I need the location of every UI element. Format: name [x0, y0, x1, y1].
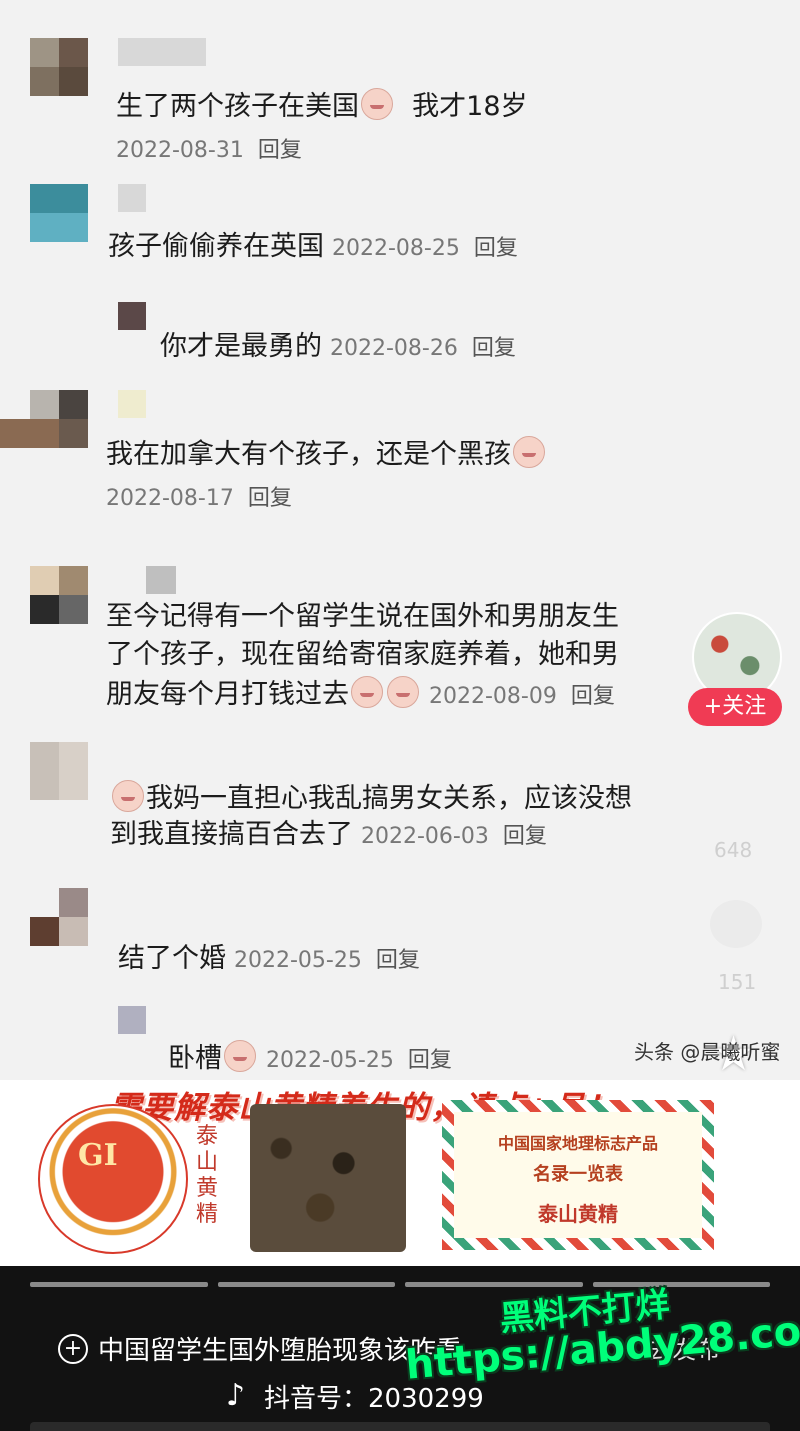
smile-emoji-icon: [513, 436, 545, 468]
tea-product-image: [250, 1104, 406, 1252]
avatar[interactable]: [0, 390, 88, 448]
comment-text-part: 我妈一直担心我乱搞男女关系，应该没想: [146, 783, 632, 814]
comment-text: 朋友每个月打钱过去 2022-08-09 回复: [106, 676, 615, 714]
ad-banner[interactable]: 需要解泰山黄精养生的，请点+号！ GI 泰山黄精 中国国家地理标志产品 名录一览…: [0, 1080, 800, 1266]
comment-text: 至今记得有一个留学生说在国外和男朋友生: [106, 601, 619, 632]
avatar[interactable]: [118, 1006, 146, 1034]
share-count: 151: [718, 970, 757, 994]
comment-text-part: 你才是最勇的: [160, 331, 322, 362]
comment-text-part: 结了个婚: [118, 943, 226, 974]
comment-text: 了个孩子，现在留给寄宿家庭养着，她和男: [106, 639, 619, 670]
comment-date: 2022-08-25: [332, 236, 460, 261]
comment-text: 我妈一直担心我乱搞男女关系，应该没想: [110, 780, 632, 816]
comment-text-part: 孩子偷偷养在英国: [108, 231, 324, 262]
comment-date: 2022-08-09: [429, 684, 557, 709]
comment-text-part: 我才18岁: [412, 91, 528, 122]
username[interactable]: [118, 38, 206, 66]
like-count: 648: [714, 838, 753, 862]
comment-date: 2022-08-26: [330, 336, 458, 361]
plus-circle-icon[interactable]: +: [58, 1334, 88, 1364]
comment-list: 生了两个孩子在美国 我才18岁 2022-08-31 回复 孩子偷偷养在英国 202…: [0, 0, 800, 1080]
reply-button[interactable]: 回复: [472, 336, 516, 361]
comment-text: 到我直接搞百合去了 2022-06-03 回复: [110, 818, 547, 854]
avatar[interactable]: [30, 566, 88, 624]
crying-emoji-icon: [224, 1040, 256, 1072]
comment-bubble-icon[interactable]: [710, 900, 762, 948]
reply-button[interactable]: 回复: [258, 138, 302, 163]
reply-button[interactable]: 回复: [503, 824, 547, 849]
comment-text: 结了个婚 2022-05-25 回复: [118, 942, 420, 978]
reply-button[interactable]: 回复: [408, 1048, 452, 1073]
crying-emoji-icon: [361, 88, 393, 120]
username[interactable]: [146, 566, 176, 594]
comment-text-part: 卧槽: [168, 1043, 222, 1074]
comment-text-part: 生了两个孩子在美国: [116, 91, 359, 122]
comment-date: 2022-06-03: [361, 824, 489, 849]
cert-product: 泰山黄精: [538, 1202, 618, 1226]
cert-subtitle: 名录一览表: [533, 1164, 623, 1185]
comment-date: 2022-08-17: [106, 486, 234, 511]
comment-text: 卧槽 2022-05-25 回复: [168, 1040, 452, 1078]
tiktok-icon: ♪: [226, 1378, 246, 1413]
comment-text-part: 到我直接搞百合去了: [110, 819, 353, 850]
follow-button[interactable]: +关注: [688, 688, 782, 726]
comment-meta: 2022-08-31 回复: [116, 132, 302, 164]
username[interactable]: [118, 184, 146, 212]
crying-emoji-icon: [351, 676, 383, 708]
reply-button[interactable]: 回复: [474, 236, 518, 261]
username[interactable]: [118, 390, 146, 418]
avatar[interactable]: [30, 742, 88, 800]
comment-text-part: 我在加拿大有个孩子，还是个黑孩: [106, 439, 511, 470]
bottom-strip: [30, 1422, 770, 1431]
source-watermark: 头条 @晨曦听蜜: [634, 1040, 781, 1064]
cert-title: 中国国家地理标志产品: [497, 1134, 658, 1153]
comment-text: 生了两个孩子在美国 我才18岁: [116, 88, 528, 124]
reply-button[interactable]: 回复: [571, 684, 615, 709]
progress-segment: [30, 1282, 208, 1287]
product-vertical-label: 泰山黄精: [195, 1124, 218, 1227]
progress-segment: [217, 1282, 395, 1287]
gi-seal-logo: [38, 1104, 188, 1254]
comment-text: 你才是最勇的 2022-08-26 回复: [160, 330, 516, 366]
comment-date: 2022-05-25: [266, 1048, 394, 1073]
avatar[interactable]: [30, 38, 88, 96]
crying-emoji-icon: [387, 676, 419, 708]
avatar[interactable]: [118, 302, 146, 330]
avatar[interactable]: [30, 888, 88, 946]
comment-text: 孩子偷偷养在英国 2022-08-25 回复: [108, 230, 518, 266]
reply-button[interactable]: 回复: [248, 486, 292, 511]
gi-logo-text: GI: [78, 1138, 118, 1173]
comment-text: 我在加拿大有个孩子，还是个黑孩: [106, 436, 547, 472]
avatar[interactable]: [30, 184, 88, 242]
comment-date: 2022-08-31: [116, 138, 244, 163]
comment-text-part: 朋友每个月打钱过去: [106, 679, 349, 710]
reply-button[interactable]: 回复: [376, 948, 420, 973]
face-emoji-icon: [112, 780, 144, 812]
screenshot: 生了两个孩子在美国 我才18岁 2022-08-31 回复 孩子偷偷养在英国 202…: [0, 0, 800, 1431]
comment-date: 2022-05-25: [234, 948, 362, 973]
comment-meta: 2022-08-17 回复: [106, 480, 292, 512]
certificate-card: 中国国家地理标志产品 名录一览表 泰山黄精: [442, 1100, 714, 1250]
